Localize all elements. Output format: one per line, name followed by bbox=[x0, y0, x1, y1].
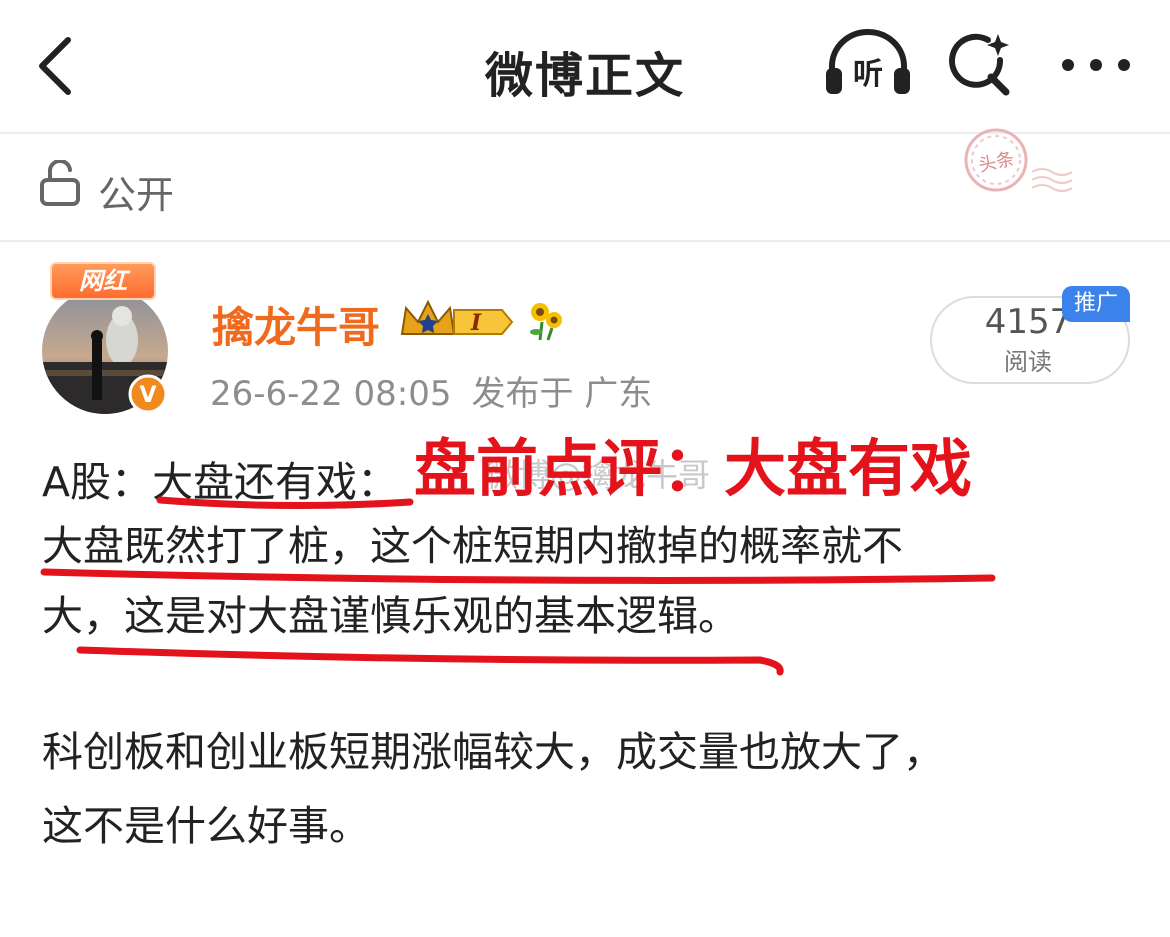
more-icon[interactable] bbox=[1058, 50, 1134, 80]
lock-icon bbox=[38, 159, 82, 208]
crown-icon[interactable]: I bbox=[398, 296, 518, 344]
line1-suffix: ： bbox=[357, 458, 399, 506]
stamp-text: 头条 bbox=[977, 148, 1017, 176]
headline-stamp-icon: 头条 bbox=[940, 122, 1080, 212]
underline-3 bbox=[76, 646, 784, 676]
read-label: 阅读 bbox=[1004, 348, 1052, 376]
author-name[interactable]: 擒龙牛哥 bbox=[212, 294, 380, 355]
verified-badge-letter: V bbox=[139, 383, 156, 408]
line1-prefix: A股： bbox=[42, 458, 153, 506]
post-line: 这不是什么好事。 bbox=[42, 802, 370, 850]
post-location: 发布于 广东 bbox=[471, 374, 653, 414]
ai-search-icon[interactable] bbox=[944, 30, 1016, 102]
verified-badge-icon: V bbox=[128, 374, 168, 414]
post-line: 大，这是对大盘谨慎乐观的基本逻辑。 bbox=[42, 592, 739, 640]
visibility-label: 公开 bbox=[98, 173, 175, 217]
promo-badge[interactable]: 推广 bbox=[1062, 286, 1130, 322]
level-text: I bbox=[470, 310, 482, 336]
listen-icon[interactable]: 听 bbox=[822, 28, 914, 102]
post-timestamp: 26-6-22 08:05 bbox=[210, 374, 452, 414]
post-meta: 26-6-22 08:05 发布于 广东 bbox=[210, 366, 672, 415]
post-line: 科创板和创业板短期涨幅较大，成交量也放大了， bbox=[42, 728, 944, 776]
line1-highlight: 大盘还有戏 bbox=[152, 458, 358, 506]
post-line: A股：大盘还有戏： bbox=[42, 446, 398, 518]
listen-label: 听 bbox=[853, 57, 883, 92]
sunflower-icon bbox=[526, 298, 566, 342]
annotation-overlay-text: 盘前点评：大盘有戏 bbox=[414, 432, 973, 505]
post-line: 大盘既然打了桩，这个桩短期内撤掉的概率就不 bbox=[42, 522, 903, 570]
influencer-tag: 网红 bbox=[50, 262, 156, 300]
